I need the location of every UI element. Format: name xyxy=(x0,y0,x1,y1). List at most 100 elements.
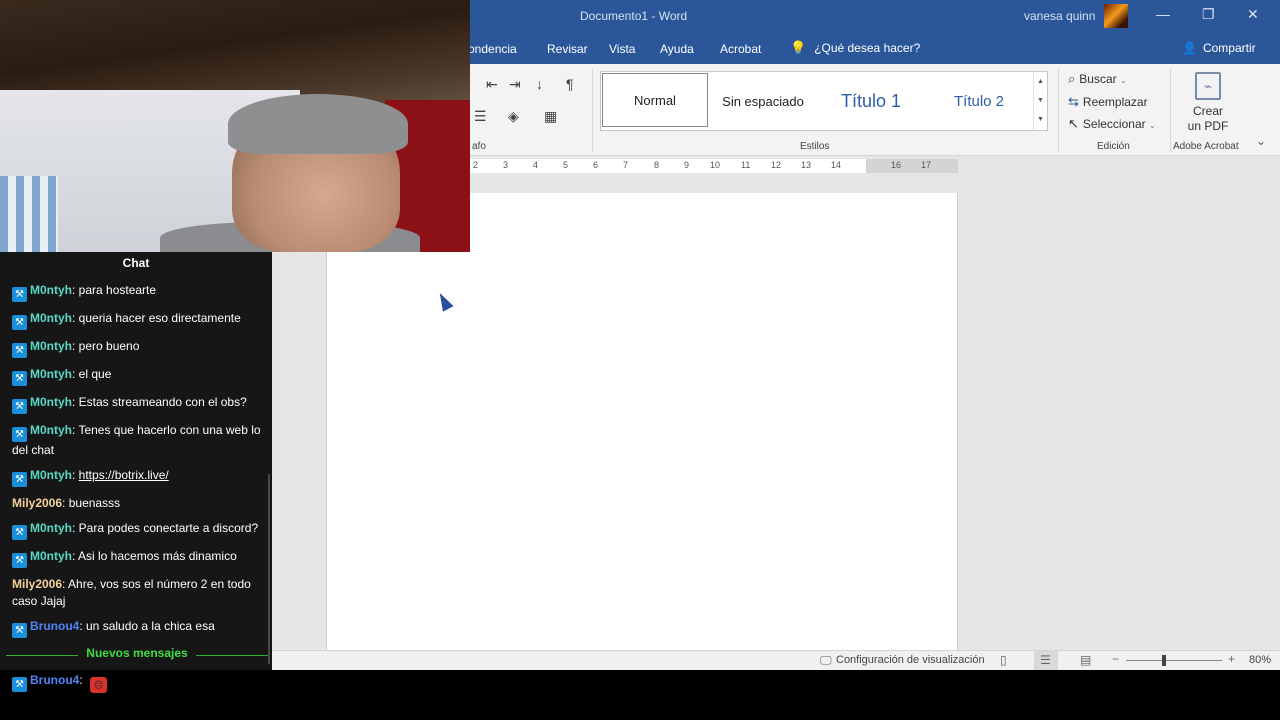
search-icon: ⌕ xyxy=(1068,71,1076,86)
tab-acrobat[interactable]: Acrobat xyxy=(720,42,761,56)
tab-revisar[interactable]: Revisar xyxy=(547,42,588,56)
window-title: Documento1 - Word xyxy=(580,9,688,23)
shading-icon[interactable]: ◈ xyxy=(508,108,519,125)
tell-me-text: ¿Qué desea hacer? xyxy=(814,41,921,55)
tab-correspondencia[interactable]: ondencia xyxy=(468,42,517,56)
create-pdf-button[interactable]: ⌁ Crear un PDF xyxy=(1178,72,1238,134)
webcam-overlay xyxy=(0,0,470,252)
tell-me-box[interactable]: 💡 ¿Qué desea hacer? xyxy=(790,40,920,56)
chat-panel: Chat ⚒ M0ntyh: para hostearte ⚒ M0ntyh: qu… xyxy=(0,252,272,693)
share-button[interactable]: 👤 Compartir xyxy=(1182,41,1256,55)
ruler-tick: 16 xyxy=(891,160,902,170)
minimize-button[interactable]: — xyxy=(1156,6,1170,22)
chat-message: Mily2006: Ahre, vos sos el número 2 en t… xyxy=(12,576,262,610)
chat-username[interactable]: Brunou4 xyxy=(30,673,79,687)
styles-scroll[interactable]: ▲ ▼ ▼ xyxy=(1033,72,1047,130)
moderator-badge-icon: ⚒ xyxy=(12,623,27,638)
read-mode-icon[interactable]: ▯ xyxy=(1000,653,1007,667)
borders-icon[interactable]: ▦ xyxy=(544,108,557,125)
select-button[interactable]: ↖ Seleccionar ⌄ xyxy=(1068,116,1156,132)
chat-link[interactable]: https://botrix.live/ xyxy=(79,468,169,482)
find-button[interactable]: ⌕ Buscar ⌄ xyxy=(1068,71,1127,87)
web-layout-icon[interactable]: ▤ xyxy=(1080,653,1091,667)
chat-username[interactable]: M0ntyh xyxy=(30,367,72,381)
pilcrow-icon[interactable]: ¶ xyxy=(566,76,574,92)
moderator-badge-icon: ⚒ xyxy=(12,427,27,442)
print-layout-icon[interactable]: ☰ xyxy=(1040,653,1051,667)
moderator-badge-icon: ⚒ xyxy=(12,343,27,358)
chat-title: Chat xyxy=(122,256,150,270)
select-label: Seleccionar xyxy=(1082,117,1146,131)
sort-icon[interactable]: ↓ xyxy=(536,76,543,92)
chat-username[interactable]: M0ntyh xyxy=(30,283,72,297)
restore-button[interactable]: ❐ xyxy=(1202,6,1215,23)
chat-username[interactable]: M0ntyh xyxy=(30,339,72,353)
ruler-tick: 3 xyxy=(503,160,509,170)
chat-username[interactable]: M0ntyh xyxy=(30,521,72,535)
person-icon: 👤 xyxy=(1182,41,1197,55)
chat-username[interactable]: Mily2006 xyxy=(12,577,62,591)
ruler-tick: 8 xyxy=(654,160,660,170)
chat-text: : pero bueno xyxy=(72,339,140,353)
line-spacing-icon[interactable]: ☰ xyxy=(474,108,487,125)
chat-message: ⚒ M0ntyh: https://botrix.live/ xyxy=(12,467,262,487)
style-heading-1[interactable]: Título 1 xyxy=(819,72,923,130)
cursor-arrow-icon: ↖ xyxy=(1068,116,1079,131)
zoom-level[interactable]: 80% xyxy=(1249,654,1271,666)
chat-text: : xyxy=(79,673,87,687)
chat-message: ⚒ M0ntyh: para hostearte xyxy=(12,282,262,302)
ribbon-divider xyxy=(1170,68,1171,152)
status-bar: 🖵 Configuración de visualización ▯ ☰ ▤ −… xyxy=(272,650,1280,670)
moderator-badge-icon: ⚒ xyxy=(12,472,27,487)
ribbon-divider xyxy=(592,68,593,152)
lightbulb-icon: 💡 xyxy=(790,40,807,55)
new-messages-divider: Nuevos mensajes xyxy=(6,646,268,664)
chat-scrollbar[interactable] xyxy=(268,474,270,664)
chat-username[interactable]: M0ntyh xyxy=(30,468,72,482)
share-label: Compartir xyxy=(1202,41,1256,55)
chevron-down-icon[interactable]: ▼ xyxy=(1034,91,1047,110)
ruler-tick: 12 xyxy=(771,160,782,170)
zoom-slider-handle[interactable] xyxy=(1162,655,1166,666)
chat-username[interactable]: M0ntyh xyxy=(30,395,72,409)
close-button[interactable]: ✕ xyxy=(1247,6,1259,23)
zoom-slider-track[interactable] xyxy=(1126,660,1222,661)
moderator-badge-icon: ⚒ xyxy=(12,525,27,540)
chat-username[interactable]: Brunou4 xyxy=(30,619,79,633)
increase-indent-icon[interactable]: ⇥ xyxy=(509,76,521,93)
display-settings-button[interactable]: Configuración de visualización xyxy=(836,654,985,666)
tab-vista[interactable]: Vista xyxy=(609,42,635,56)
chat-text: : un saludo a la chica esa xyxy=(79,619,215,633)
document-page[interactable] xyxy=(326,193,958,653)
decrease-indent-icon[interactable]: ⇤ xyxy=(486,76,498,93)
account-name[interactable]: vanesa quinn xyxy=(1024,9,1095,23)
avatar[interactable] xyxy=(1104,4,1128,28)
moderator-badge-icon: ⚒ xyxy=(12,371,27,386)
chat-username[interactable]: M0ntyh xyxy=(30,423,72,437)
collapse-ribbon-icon[interactable]: ⌄ xyxy=(1256,134,1266,148)
chat-username[interactable]: M0ntyh xyxy=(30,311,72,325)
moderator-badge-icon: ⚒ xyxy=(12,677,27,692)
style-heading-2[interactable]: Título 2 xyxy=(927,72,1031,130)
chat-username[interactable]: Mily2006 xyxy=(12,496,62,510)
replace-button[interactable]: ⇆ Reemplazar xyxy=(1068,94,1148,110)
styles-gallery: Normal Sin espaciado Título 1 Título 2 ▲… xyxy=(600,71,1048,131)
ruler-tick: 13 xyxy=(801,160,812,170)
create-pdf-line1: Crear xyxy=(1192,104,1223,118)
more-styles-icon[interactable]: ▼ xyxy=(1034,110,1047,129)
ribbon-divider xyxy=(1058,68,1059,152)
chat-username[interactable]: M0ntyh xyxy=(30,549,72,563)
ruler-tick: 17 xyxy=(921,160,932,170)
tab-ayuda[interactable]: Ayuda xyxy=(660,42,694,56)
moderator-badge-icon: ⚒ xyxy=(12,553,27,568)
style-no-spacing[interactable]: Sin espaciado xyxy=(711,72,815,130)
replace-label: Reemplazar xyxy=(1082,95,1148,109)
horizontal-ruler[interactable]: 2 3 4 5 6 7 8 9 10 11 12 13 14 16 17 xyxy=(470,158,958,174)
zoom-in-button[interactable]: + xyxy=(1228,652,1235,666)
styles-group-label: Estilos xyxy=(800,141,830,152)
zoom-out-button[interactable]: − xyxy=(1112,652,1119,666)
chat-message: Mily2006: buenasss xyxy=(12,495,262,512)
chevron-up-icon[interactable]: ▲ xyxy=(1034,72,1047,91)
chat-message: ⚒ Brunou4: un saludo a la chica esa xyxy=(12,618,262,638)
style-normal[interactable]: Normal xyxy=(602,73,708,127)
